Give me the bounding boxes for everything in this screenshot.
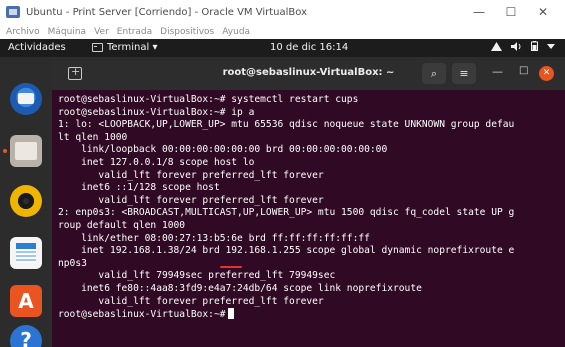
- files-icon[interactable]: [10, 135, 42, 167]
- terminal-output[interactable]: root@sebaslinux-VirtualBox:~# systemctl …: [52, 90, 565, 347]
- thunderbird-icon[interactable]: [10, 83, 42, 115]
- activities-button[interactable]: Actividades: [8, 42, 66, 53]
- terminal-line: inet 127.0.0.1/8 scope host lo: [58, 156, 255, 168]
- volume-icon: [511, 41, 522, 54]
- writer-icon[interactable]: [10, 237, 42, 269]
- menu-maquina[interactable]: Máquina: [48, 27, 86, 37]
- minimize-button[interactable]: —: [463, 2, 495, 22]
- terminal-prompt-line: root@sebaslinux-VirtualBox:~#: [58, 308, 565, 322]
- terminal-line: link/loopback 00:00:00:00:00:00 brd 00:0…: [58, 144, 388, 156]
- clock[interactable]: 10 de dic 16:14: [270, 42, 348, 53]
- close-button[interactable]: ✕: [527, 2, 559, 22]
- window-controls: — ☐ ✕: [463, 2, 559, 22]
- terminal-line: inet 192.168.1.38/24 brd 192.168.1.255 s…: [58, 245, 515, 257]
- terminal-line: lt qlen 1000: [58, 131, 128, 143]
- ip-underline-annotation: [220, 266, 242, 268]
- software-icon[interactable]: [10, 285, 42, 317]
- terminal-line: link/ether 08:00:27:13:b5:6e brd ff:ff:f…: [58, 232, 370, 244]
- help-icon[interactable]: [10, 325, 42, 347]
- terminal-line: valid_lft forever preferred_lft forever: [58, 295, 324, 307]
- menu-dispositivos[interactable]: Dispositivos: [160, 27, 214, 37]
- ubuntu-dock: [0, 57, 52, 347]
- terminal-line: root@sebaslinux-VirtualBox:~# ip a: [58, 106, 255, 118]
- terminal-close-button[interactable]: ✕: [539, 66, 554, 81]
- text-cursor: [227, 308, 234, 320]
- terminal-line: inet6 fe80::4aa8:3fd9:e4a7:24db/64 scope…: [58, 282, 422, 294]
- power-menu-icon: [547, 42, 555, 53]
- terminal-line: 1: lo: <LOOPBACK,UP,LOWER_UP> mtu 65536 …: [58, 119, 515, 131]
- terminal-title: root@sebaslinux-VirtualBox: ~: [222, 67, 395, 78]
- virtualbox-menubar: Archivo Máquina Ver Entrada Dispositivos…: [0, 24, 565, 39]
- menu-ver[interactable]: Ver: [94, 27, 109, 37]
- terminal-line: np0s3: [58, 257, 87, 269]
- battery-icon: [531, 41, 538, 54]
- running-indicator: [3, 149, 7, 153]
- virtualbox-icon: [6, 6, 20, 18]
- app-menu-label: Terminal ▾: [107, 42, 158, 53]
- system-tray[interactable]: [482, 41, 555, 54]
- network-icon: [491, 41, 502, 54]
- search-button[interactable]: ⌕: [422, 63, 446, 84]
- menu-entrada[interactable]: Entrada: [117, 27, 152, 37]
- terminal-minimize-button[interactable]: —: [492, 65, 503, 78]
- terminal-maximize-button[interactable]: □: [519, 65, 528, 76]
- terminal-prompt: root@sebaslinux-VirtualBox:~#: [58, 309, 226, 321]
- terminal-headerbar: root@sebaslinux-VirtualBox: ~ ⌕ ≡ — □ ✕: [52, 57, 565, 90]
- terminal-line: inet6 ::1/128 scope host: [58, 182, 220, 194]
- terminal-line: 2: enp0s3: <BROADCAST,MULTICAST,UP,LOWER…: [58, 207, 515, 219]
- virtualbox-titlebar: Ubuntu - Print Server [Corriendo] - Orac…: [0, 0, 565, 24]
- window-title: Ubuntu - Print Server [Corriendo] - Orac…: [26, 6, 308, 18]
- menu-archivo[interactable]: Archivo: [6, 27, 40, 37]
- hamburger-menu-button[interactable]: ≡: [452, 63, 476, 84]
- terminal-line: root@sebaslinux-VirtualBox:~# systemctl …: [58, 94, 359, 105]
- maximize-button[interactable]: ☐: [495, 2, 527, 22]
- terminal-line: valid_lft 79949sec preferred_lft 79949se…: [58, 270, 336, 282]
- ubuntu-topbar: Actividades Terminal ▾ 10 de dic 16:14: [0, 39, 565, 57]
- terminal-icon: [92, 43, 103, 52]
- terminal-line: roup default qlen 1000: [58, 219, 186, 231]
- app-menu-terminal[interactable]: Terminal ▾: [92, 42, 157, 53]
- rhythmbox-icon[interactable]: [10, 185, 42, 217]
- terminal-line: valid_lft forever preferred_lft forever: [58, 194, 324, 206]
- menu-ayuda[interactable]: Ayuda: [222, 27, 250, 37]
- terminal-line: valid_lft forever preferred_lft forever: [58, 169, 324, 181]
